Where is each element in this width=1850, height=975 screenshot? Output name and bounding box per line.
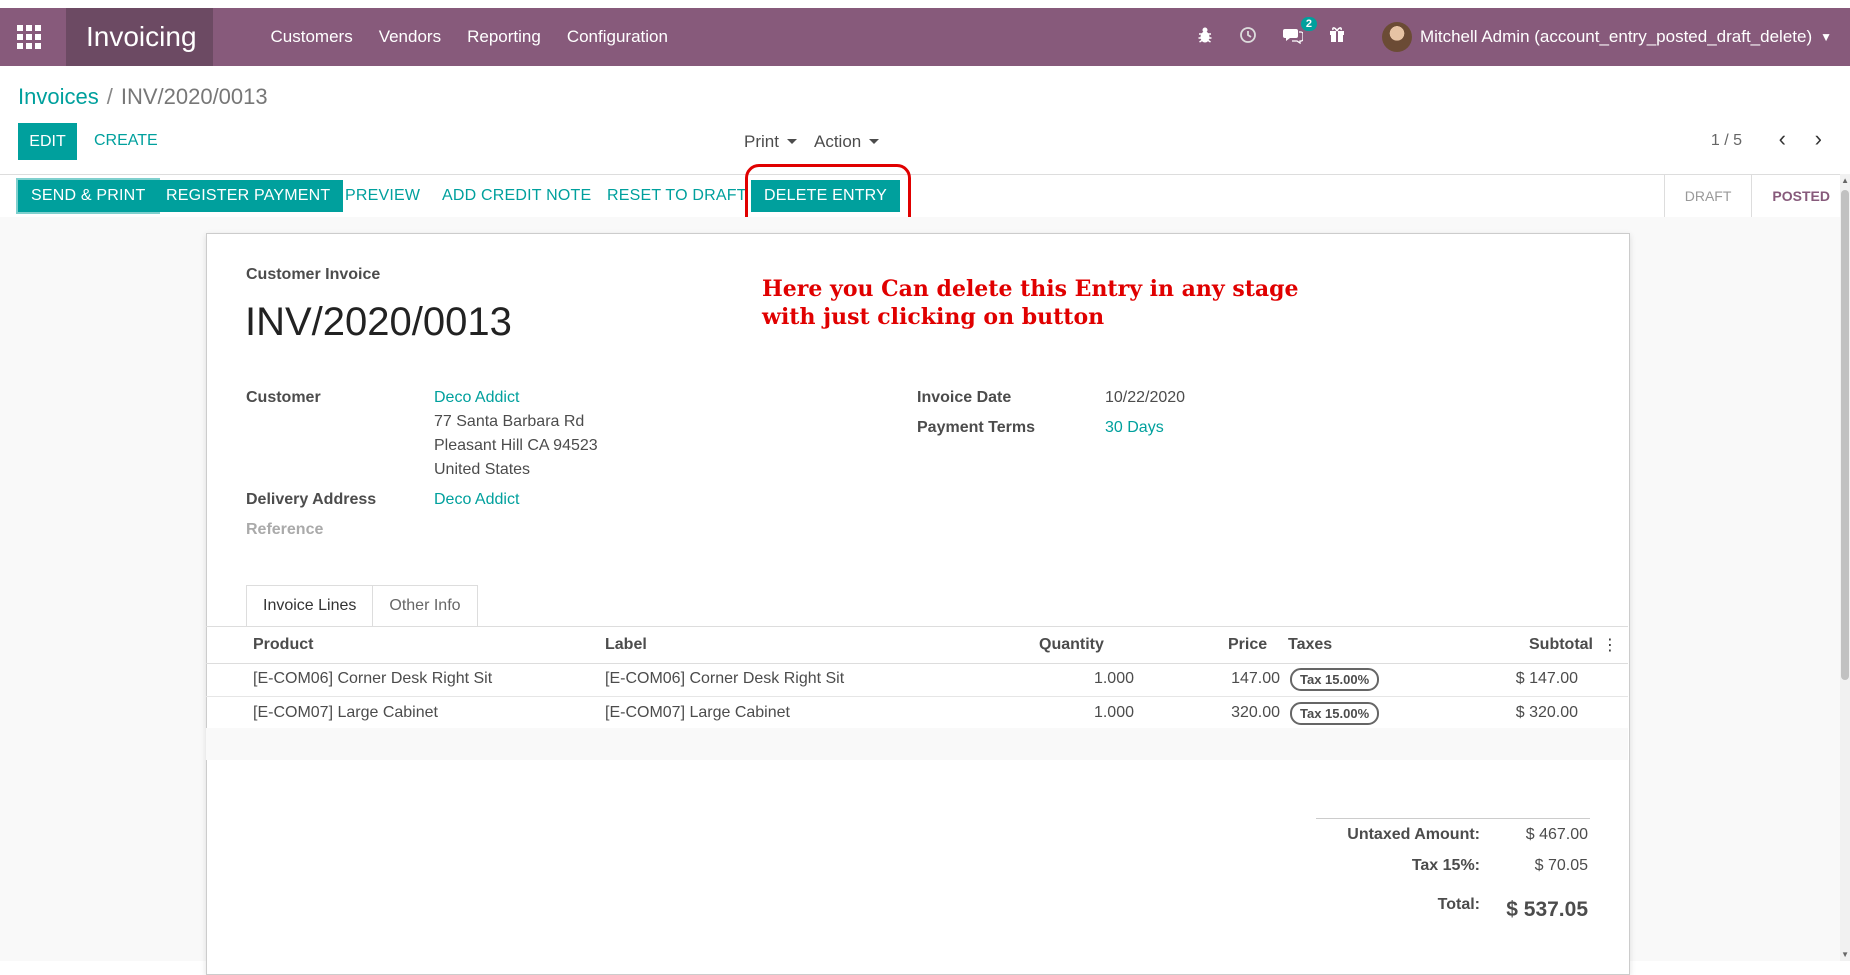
- untaxed-amount-value: $ 467.00: [1525, 826, 1588, 843]
- preview-button[interactable]: PREVIEW: [345, 180, 420, 212]
- messages-badge: 2: [1300, 16, 1317, 31]
- stage-posted[interactable]: POSTED: [1751, 175, 1850, 217]
- systray: 2 Mitchell Admin (account_entry_posted_d…: [1184, 8, 1832, 66]
- col-quantity[interactable]: Quantity: [1039, 636, 1104, 654]
- tax-badge: Tax 15.00%: [1290, 702, 1380, 725]
- delivery-address-link[interactable]: Deco Addict: [434, 491, 519, 509]
- payment-terms-link[interactable]: 30 Days: [1105, 419, 1164, 437]
- document-type: Customer Invoice: [246, 266, 381, 283]
- status-bar: SEND & PRINT REGISTER PAYMENT PREVIEW AD…: [0, 174, 1850, 218]
- annotation-line-1: Here you Can delete this Entry in any st…: [762, 276, 1299, 302]
- scroll-up-icon[interactable]: ▲: [1841, 176, 1849, 185]
- row-label: [E-COM06] Corner Desk Right Sit: [605, 670, 845, 687]
- row-subtotal: $ 147.00: [1515, 670, 1578, 687]
- row-product: [E-COM06] Corner Desk Right Sit: [253, 670, 493, 687]
- menu-configuration[interactable]: Configuration: [554, 27, 681, 47]
- add-credit-note-button[interactable]: ADD CREDIT NOTE: [442, 180, 591, 212]
- bug-icon[interactable]: [1197, 26, 1213, 49]
- row-subtotal: $ 320.00: [1515, 704, 1578, 721]
- col-label[interactable]: Label: [605, 636, 647, 654]
- tax-label: Tax 15%:: [1411, 857, 1480, 874]
- status-stages: DRAFT POSTED: [1663, 175, 1850, 217]
- tab-other-info[interactable]: Other Info: [373, 585, 478, 627]
- row-label: [E-COM07] Large Cabinet: [605, 704, 790, 721]
- customer-label: Customer: [246, 389, 321, 406]
- total-value: $ 537.05: [1506, 898, 1588, 921]
- invoice-date-value: 10/22/2020: [1105, 389, 1186, 406]
- send-print-button[interactable]: SEND & PRINT: [18, 180, 159, 212]
- annotation-text: Here you Can delete this Entry in any st…: [762, 275, 1322, 331]
- row-product: [E-COM07] Large Cabinet: [253, 704, 438, 721]
- action-dropdown[interactable]: Action: [814, 132, 879, 152]
- col-product[interactable]: Product: [253, 636, 313, 654]
- customer-address-line-1: 77 Santa Barbara Rd: [434, 413, 585, 430]
- chevron-down-icon[interactable]: ▼: [1820, 30, 1832, 44]
- table-row[interactable]: [E-COM06] Corner Desk Right Sit [E-COM06…: [206, 662, 1628, 697]
- customer-address-line-3: United States: [434, 461, 531, 478]
- chevron-right-icon[interactable]: ›: [1815, 128, 1822, 150]
- chevron-left-icon[interactable]: ‹: [1779, 128, 1786, 150]
- gift-icon[interactable]: [1329, 26, 1345, 48]
- untaxed-amount-label: Untaxed Amount:: [1347, 826, 1480, 843]
- reset-to-draft-button[interactable]: RESET TO DRAFT: [607, 180, 747, 212]
- breadcrumb: Invoices / INV/2020/0013: [18, 84, 268, 110]
- customer-link[interactable]: Deco Addict: [434, 389, 519, 407]
- pager-value[interactable]: 1 / 5: [1711, 132, 1742, 150]
- stage-draft[interactable]: DRAFT: [1663, 175, 1752, 217]
- breadcrumb-current: INV/2020/0013: [120, 84, 268, 109]
- col-taxes[interactable]: Taxes: [1288, 636, 1332, 654]
- reference-label: Reference: [246, 521, 324, 538]
- invoice-date-label: Invoice Date: [917, 389, 1012, 406]
- tax-value: $ 70.05: [1534, 857, 1588, 874]
- clock-icon[interactable]: [1239, 26, 1257, 49]
- col-price[interactable]: Price: [1228, 636, 1267, 654]
- print-dropdown[interactable]: Print: [744, 132, 797, 152]
- scroll-down-icon[interactable]: ▼: [1841, 950, 1849, 959]
- table-row[interactable]: [E-COM07] Large Cabinet [E-COM07] Large …: [206, 696, 1628, 731]
- notebook-tabs: Invoice Lines Other Info: [246, 585, 478, 627]
- lines-table-header: Product Label Quantity Price Taxes Subto…: [206, 626, 1628, 664]
- delivery-address-label: Delivery Address: [246, 491, 377, 508]
- payment-terms-label: Payment Terms: [917, 419, 1035, 436]
- top-navbar: Invoicing Customers Vendors Reporting Co…: [0, 8, 1850, 66]
- invoice-number: INV/2020/0013: [245, 300, 512, 344]
- row-price: 320.00: [1231, 704, 1280, 721]
- column-options-icon[interactable]: ⋮: [1602, 635, 1618, 655]
- edit-button[interactable]: EDIT: [18, 123, 77, 160]
- tax-badge: Tax 15.00%: [1290, 668, 1380, 691]
- annotation-line-2: with just clicking on button: [762, 304, 1105, 330]
- app-title[interactable]: Invoicing: [66, 8, 213, 66]
- row-quantity: 1.000: [1093, 704, 1134, 721]
- user-menu[interactable]: Mitchell Admin (account_entry_posted_dra…: [1420, 27, 1812, 47]
- totals-divider: [1316, 818, 1590, 819]
- chat-icon[interactable]: 2: [1282, 16, 1317, 49]
- col-subtotal[interactable]: Subtotal: [1529, 636, 1593, 654]
- breadcrumb-separator: /: [106, 84, 113, 109]
- total-label: Total:: [1437, 896, 1480, 913]
- user-avatar[interactable]: [1381, 22, 1412, 52]
- menu-reporting[interactable]: Reporting: [454, 27, 554, 47]
- create-button[interactable]: CREATE: [94, 132, 158, 150]
- scrollbar-thumb[interactable]: [1841, 190, 1849, 680]
- register-payment-button[interactable]: REGISTER PAYMENT: [153, 180, 344, 212]
- breadcrumb-invoices[interactable]: Invoices: [18, 84, 99, 109]
- menu-customers[interactable]: Customers: [258, 27, 366, 47]
- main-menu: Customers Vendors Reporting Configuratio…: [258, 27, 681, 47]
- menu-vendors[interactable]: Vendors: [366, 27, 454, 47]
- row-price: 147.00: [1231, 670, 1280, 687]
- row-quantity: 1.000: [1093, 670, 1134, 687]
- apps-menu-icon[interactable]: [0, 8, 58, 66]
- customer-address-line-2: Pleasant Hill CA 94523: [434, 437, 598, 454]
- empty-row: [206, 728, 1628, 760]
- tab-invoice-lines[interactable]: Invoice Lines: [246, 585, 374, 627]
